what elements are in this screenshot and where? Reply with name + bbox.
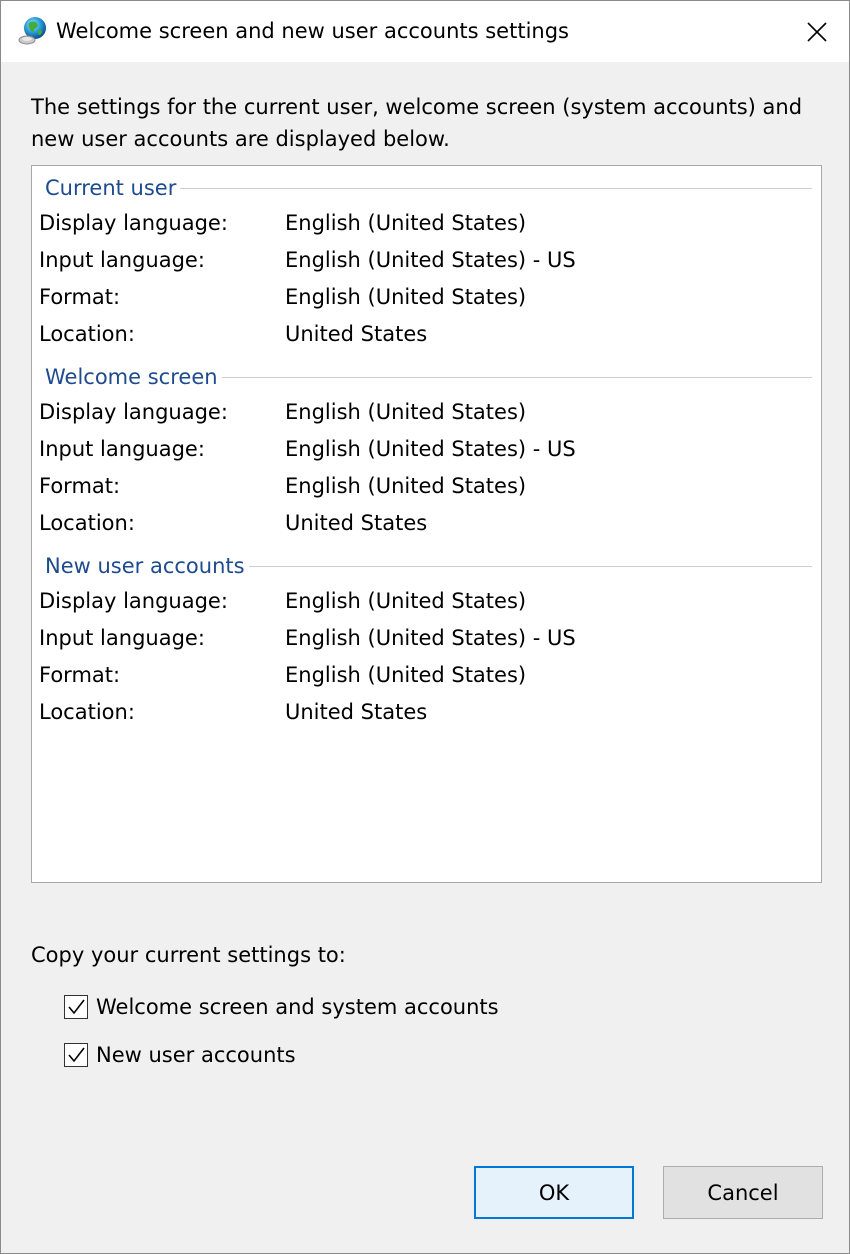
ok-button[interactable]: OK bbox=[474, 1166, 634, 1219]
checkmark-icon bbox=[68, 1047, 85, 1063]
close-button[interactable] bbox=[785, 1, 849, 62]
setting-value: English (United States) bbox=[285, 663, 527, 687]
setting-value: United States bbox=[285, 322, 428, 346]
setting-value: English (United States) - US bbox=[285, 626, 576, 650]
setting-label: Format: bbox=[39, 474, 121, 498]
globe-icon bbox=[17, 15, 49, 47]
window-title: Welcome screen and new user accounts set… bbox=[56, 19, 569, 43]
group-header: New user accounts bbox=[45, 551, 812, 581]
setting-row: Format: English (United States) bbox=[39, 474, 814, 504]
close-icon bbox=[807, 21, 827, 42]
setting-label: Format: bbox=[39, 663, 121, 687]
group-header: Current user bbox=[45, 173, 812, 203]
setting-row: Display language: English (United States… bbox=[39, 589, 814, 619]
checkmark-icon bbox=[68, 999, 85, 1015]
setting-row: Format: English (United States) bbox=[39, 285, 814, 315]
setting-row: Display language: English (United States… bbox=[39, 211, 814, 241]
cancel-button[interactable]: Cancel bbox=[663, 1166, 823, 1219]
setting-label: Display language: bbox=[39, 400, 228, 424]
group-header: Welcome screen bbox=[45, 362, 812, 392]
checkbox-box[interactable] bbox=[64, 995, 88, 1019]
setting-label: Location: bbox=[39, 511, 135, 535]
checkbox-label[interactable]: New user accounts bbox=[96, 1043, 296, 1067]
copy-settings-label: Copy your current settings to: bbox=[31, 943, 346, 967]
setting-label: Display language: bbox=[39, 589, 228, 613]
description-text: The settings for the current user, welco… bbox=[31, 95, 803, 151]
setting-row: Location: United States bbox=[39, 322, 814, 352]
setting-label: Display language: bbox=[39, 211, 228, 235]
setting-label: Input language: bbox=[39, 248, 205, 272]
group-title: Welcome screen bbox=[45, 365, 218, 389]
setting-row: Input language: English (United States) … bbox=[39, 626, 814, 656]
title-bar: Welcome screen and new user accounts set… bbox=[1, 1, 849, 62]
checkbox-box[interactable] bbox=[64, 1043, 88, 1067]
setting-row: Input language: English (United States) … bbox=[39, 437, 814, 467]
setting-row: Input language: English (United States) … bbox=[39, 248, 814, 278]
setting-label: Input language: bbox=[39, 437, 205, 461]
setting-label: Input language: bbox=[39, 626, 205, 650]
setting-label: Format: bbox=[39, 285, 121, 309]
setting-value: English (United States) bbox=[285, 211, 527, 235]
setting-value: United States bbox=[285, 511, 428, 535]
checkbox-welcome-screen[interactable]: Welcome screen and system accounts bbox=[64, 992, 499, 1022]
setting-row: Display language: English (United States… bbox=[39, 400, 814, 430]
setting-label: Location: bbox=[39, 322, 135, 346]
setting-value: English (United States) bbox=[285, 285, 527, 309]
group-divider bbox=[221, 377, 812, 378]
setting-value: English (United States) bbox=[285, 589, 527, 613]
setting-value: English (United States) bbox=[285, 400, 527, 424]
group-divider bbox=[248, 566, 812, 567]
setting-row: Location: United States bbox=[39, 700, 814, 730]
group-title: Current user bbox=[45, 176, 177, 200]
setting-row: Format: English (United States) bbox=[39, 663, 814, 693]
setting-value: English (United States) bbox=[285, 474, 527, 498]
setting-row: Location: United States bbox=[39, 511, 814, 541]
settings-dialog: Welcome screen and new user accounts set… bbox=[0, 0, 850, 1254]
checkbox-label[interactable]: Welcome screen and system accounts bbox=[96, 995, 499, 1019]
settings-panel: Current user Display language: English (… bbox=[31, 165, 822, 883]
group-divider bbox=[180, 188, 812, 189]
setting-value: United States bbox=[285, 700, 428, 724]
setting-value: English (United States) - US bbox=[285, 437, 576, 461]
setting-label: Location: bbox=[39, 700, 135, 724]
group-title: New user accounts bbox=[45, 554, 245, 578]
setting-value: English (United States) - US bbox=[285, 248, 576, 272]
checkbox-new-user-accounts[interactable]: New user accounts bbox=[64, 1040, 296, 1070]
